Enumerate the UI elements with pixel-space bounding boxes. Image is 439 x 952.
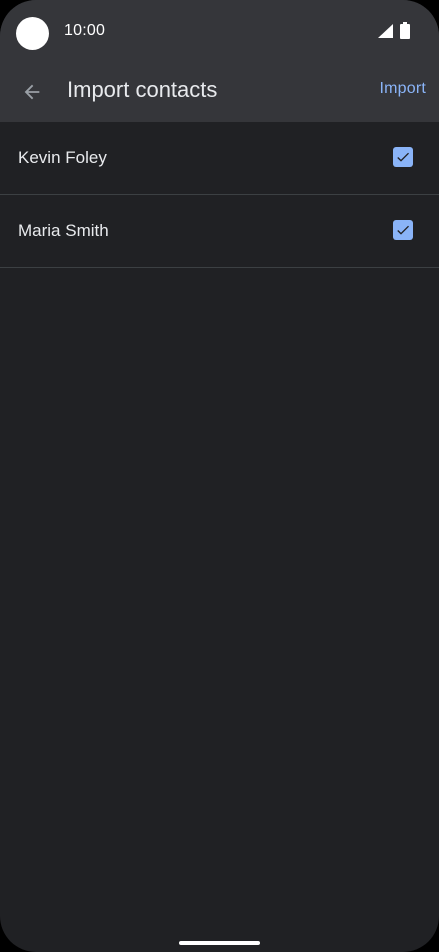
battery-icon (400, 22, 410, 39)
signal-icon (378, 24, 393, 38)
phone-screen: 10:00 Import contacts Import Kevin Foley (0, 0, 439, 952)
check-icon (397, 152, 409, 162)
contacts-list: Kevin Foley Maria Smith (0, 122, 439, 268)
arrow-back-icon (24, 84, 40, 100)
contact-checkbox[interactable] (393, 147, 413, 167)
back-button[interactable] (14, 74, 50, 110)
gesture-nav-handle[interactable] (179, 941, 260, 945)
contact-row[interactable]: Maria Smith (0, 195, 439, 268)
page-title: Import contacts (67, 77, 218, 102)
contact-row[interactable]: Kevin Foley (0, 122, 439, 195)
contact-name: Kevin Foley (18, 148, 107, 167)
status-time: 10:00 (64, 22, 106, 39)
contact-checkbox[interactable] (393, 220, 413, 240)
check-icon (397, 225, 409, 235)
import-button[interactable]: Import (379, 80, 426, 98)
camera-cutout (16, 17, 49, 50)
app-bar: Import contacts Import (0, 62, 439, 122)
contact-name: Maria Smith (18, 221, 109, 240)
status-bar: 10:00 (0, 0, 439, 62)
